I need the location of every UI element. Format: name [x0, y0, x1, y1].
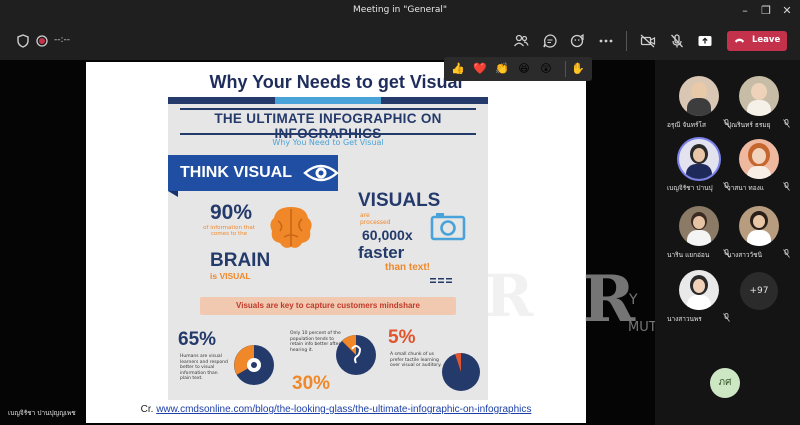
top-strip [381, 97, 488, 104]
raise-hand-reaction[interactable]: ✋ [570, 61, 586, 77]
share-icon[interactable] [696, 32, 714, 50]
presentation-slide: Why Your Needs to get Visual THE ULTIMAT… [86, 62, 586, 423]
surprised-reaction[interactable]: 😲 [538, 61, 554, 77]
like-reaction[interactable]: 👍 [450, 61, 466, 77]
mic-off-icon [783, 182, 790, 191]
banner-text: THINK VISUAL [180, 164, 292, 181]
banner-fold [168, 191, 178, 197]
reactions-divider [565, 61, 566, 77]
visuals-heading: VISUALS [358, 190, 441, 211]
camera-off-icon[interactable] [639, 32, 657, 50]
shield-icon [17, 34, 29, 48]
participant-name: นางสาววัชนิ [727, 251, 763, 259]
stat-90-percent: 90% [210, 201, 253, 224]
avatar [739, 139, 779, 179]
participant-name: วาสนา ทองแ [727, 184, 764, 192]
avatar [739, 206, 779, 246]
infographic-image: THE ULTIMATE INFOGRAPHIC ON INFOGRAPHICS… [168, 97, 488, 400]
avatar [679, 76, 719, 116]
title-bar: Meeting in "General" – ❐ ✕ [0, 0, 800, 22]
brain-visual-label: is VISUAL [210, 271, 251, 281]
camera-icon [430, 213, 466, 241]
top-strip [275, 97, 381, 104]
phone-icon [734, 38, 745, 43]
stat-5-percent: 5% [388, 327, 416, 348]
toolbar-divider [626, 31, 627, 51]
participant-name: ปุณรินทร์ ธรมยุ [727, 121, 771, 129]
presenter-name: เบญจิรัชา ปานปุญญเพช [8, 409, 76, 417]
pie-65-icon [234, 345, 274, 385]
avatar [679, 206, 719, 246]
more-icon[interactable] [597, 32, 615, 50]
avatar [679, 270, 719, 310]
participant-name: เบญจิรัชา ปานปุ [667, 184, 713, 192]
visuals-caption: are processed [360, 212, 391, 226]
brain-label: BRAIN [210, 250, 271, 271]
participant-tile[interactable]: นาริน แยกอ่อน [667, 206, 730, 266]
mindshare-text: Visuals are key to capture customers min… [236, 301, 420, 310]
reactions-tray: 👍 ❤️ 👏 😆 😲 ✋ [444, 57, 592, 81]
pie-10-icon [336, 335, 376, 375]
participant-tile[interactable]: อรุณี จันทร์โส [667, 76, 730, 136]
laugh-reaction[interactable]: 😆 [516, 61, 532, 77]
mic-off-icon [723, 313, 730, 322]
mic-off-icon [783, 249, 790, 258]
avatar [679, 139, 719, 179]
pie-5-icon [442, 353, 480, 391]
teams-window: Meeting in "General" – ❐ ✕ --:-- Leave W… [0, 0, 800, 425]
reactions-icon[interactable] [569, 32, 587, 50]
heart-reaction[interactable]: ❤️ [472, 61, 488, 77]
infographic-subtitle: Why You Need to Get Visual [272, 138, 384, 147]
watermark-r-left: R [485, 262, 534, 330]
visuals-number: 60,000x [362, 227, 413, 243]
self-avatar[interactable]: ภศ [710, 368, 740, 398]
meeting-toolbar: --:-- Leave [0, 22, 800, 60]
avatar [739, 76, 779, 116]
window-title: Meeting in "General" [353, 5, 447, 15]
stat-5-caption: A small chunk of us prefer tactile learn… [390, 352, 442, 368]
chat-icon[interactable] [541, 32, 559, 50]
record-icon [36, 35, 48, 47]
people-icon[interactable] [512, 32, 530, 50]
mic-off-icon [783, 119, 790, 128]
infographic-title: THE ULTIMATE INFOGRAPHIC ON INFOGRAPHICS [214, 111, 442, 141]
stat-65-caption: Humans are visual learners and respond b… [180, 354, 228, 381]
participant-tile[interactable]: วาสนา ทองแ [727, 139, 790, 199]
visuals-faster: faster [358, 243, 405, 262]
participant-tile[interactable]: เบญจิรัชา ปานปุ [667, 139, 730, 199]
participant-tile[interactable]: ปุณรินทร์ ธรมยุ [727, 76, 790, 136]
credit-link[interactable]: www.cmdsonline.com/blog/the-looking-glas… [156, 404, 531, 415]
leave-label: Leave [752, 35, 781, 45]
close-icon[interactable]: ✕ [778, 2, 796, 20]
title-rule [180, 133, 476, 135]
leave-button[interactable]: Leave [727, 31, 787, 51]
mindshare-banner: Visuals are key to capture customers min… [200, 297, 456, 315]
watermark-y: Y [629, 292, 638, 308]
top-strip [168, 97, 275, 104]
slide-credit: Cr. www.cmdsonline.com/blog/the-looking-… [86, 404, 586, 415]
more-participants-button[interactable]: +97 [740, 272, 778, 310]
stat-30-percent: 30% [292, 373, 331, 394]
than-text-label: than text! [385, 262, 430, 273]
minimize-icon[interactable]: – [736, 2, 754, 20]
text-lines-icon [430, 278, 452, 283]
title-rule [180, 108, 476, 110]
stat-90-caption: of information that comes to the [203, 225, 255, 237]
participant-name: นาริน แยกอ่อน [667, 251, 710, 259]
applause-reaction[interactable]: 👏 [494, 61, 510, 77]
brain-icon [270, 207, 312, 248]
eye-icon [303, 164, 339, 182]
meeting-timer: --:-- [54, 35, 71, 45]
participant-tile[interactable]: นางสาววัชนิ [727, 206, 790, 266]
credit-prefix: Cr. [140, 404, 154, 415]
stat-65-percent: 65% [178, 329, 217, 350]
restore-icon[interactable]: ❐ [757, 2, 775, 20]
mic-off-icon[interactable] [668, 32, 686, 50]
participant-name: อรุณี จันทร์โส [667, 121, 706, 129]
participant-tile[interactable]: นางสาวนพร [667, 270, 730, 330]
participant-name: นางสาวนพร [667, 315, 702, 323]
